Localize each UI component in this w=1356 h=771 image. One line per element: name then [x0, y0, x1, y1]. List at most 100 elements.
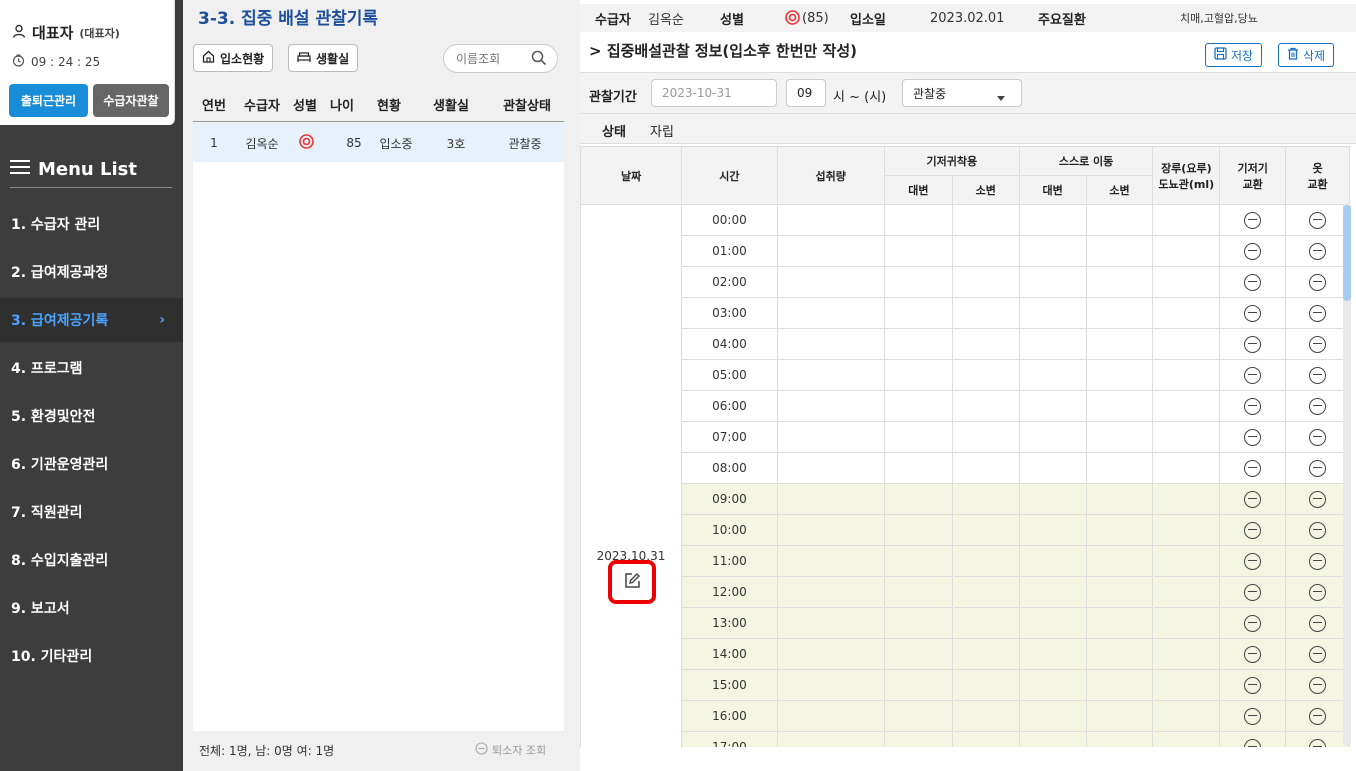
self-stool-cell[interactable]	[1018, 700, 1087, 732]
self-urine-cell[interactable]	[1085, 576, 1154, 608]
self-stool-cell[interactable]	[1018, 452, 1087, 484]
search-icon[interactable]	[531, 50, 547, 70]
diaper-urine-cell[interactable]	[951, 359, 1020, 391]
catheter-cell[interactable]	[1152, 235, 1221, 267]
self-urine-cell[interactable]	[1085, 266, 1154, 298]
sidebar-item[interactable]: 3. 급여제공기록 ›	[0, 298, 183, 342]
catheter-cell[interactable]	[1152, 576, 1221, 608]
intake-cell[interactable]	[776, 297, 885, 329]
intake-cell[interactable]	[776, 328, 885, 360]
self-stool-cell[interactable]	[1018, 266, 1087, 298]
sidebar-item[interactable]: 6. 기관운영관리	[0, 442, 183, 486]
minus-circle-icon[interactable]	[1244, 335, 1262, 353]
minus-circle-icon[interactable]	[1309, 242, 1327, 260]
catheter-cell[interactable]	[1152, 545, 1221, 577]
self-urine-cell[interactable]	[1085, 514, 1154, 546]
diaper-stool-cell[interactable]	[883, 390, 953, 422]
attendance-button[interactable]: 출퇴근관리	[9, 84, 88, 117]
intake-cell[interactable]	[776, 607, 885, 639]
self-stool-cell[interactable]	[1018, 638, 1087, 670]
intake-cell[interactable]	[776, 452, 885, 484]
catheter-cell[interactable]	[1152, 297, 1221, 329]
self-stool-cell[interactable]	[1018, 545, 1087, 577]
vertical-scrollbar[interactable]	[1343, 203, 1351, 746]
diaper-urine-cell[interactable]	[951, 204, 1020, 236]
minus-circle-icon[interactable]	[1244, 211, 1262, 229]
sidebar-item[interactable]: 10. 기타관리	[0, 634, 183, 678]
intake-cell[interactable]	[776, 483, 885, 515]
diaper-urine-cell[interactable]	[951, 266, 1020, 298]
diaper-urine-cell[interactable]	[951, 421, 1020, 453]
self-urine-cell[interactable]	[1085, 669, 1154, 701]
diaper-stool-cell[interactable]	[883, 545, 953, 577]
sidebar-item[interactable]: 5. 환경및안전	[0, 394, 183, 438]
catheter-cell[interactable]	[1152, 452, 1221, 484]
intake-cell[interactable]	[776, 421, 885, 453]
self-stool-cell[interactable]	[1018, 607, 1087, 639]
self-stool-cell[interactable]	[1018, 669, 1087, 701]
diaper-urine-cell[interactable]	[951, 328, 1020, 360]
minus-circle-icon[interactable]	[1244, 738, 1262, 747]
minus-circle-icon[interactable]	[1309, 676, 1327, 694]
sidebar-item[interactable]: 1. 수급자 관리	[0, 202, 183, 246]
self-urine-cell[interactable]	[1085, 359, 1154, 391]
delete-button[interactable]: 삭제	[1278, 43, 1335, 67]
diaper-urine-cell[interactable]	[951, 669, 1020, 701]
minus-circle-icon[interactable]	[1244, 397, 1262, 415]
diaper-urine-cell[interactable]	[951, 483, 1020, 515]
self-stool-cell[interactable]	[1018, 359, 1087, 391]
scrollbar-thumb[interactable]	[1343, 205, 1351, 301]
sidebar-item[interactable]: 8. 수입지출관리	[0, 538, 183, 582]
diaper-stool-cell[interactable]	[883, 576, 953, 608]
intake-cell[interactable]	[776, 669, 885, 701]
discharged-search-link[interactable]: 퇴소자 조회	[475, 742, 546, 758]
period-date-input[interactable]: 2023-10-31	[651, 79, 777, 107]
minus-circle-icon[interactable]	[1309, 521, 1327, 539]
self-stool-cell[interactable]	[1018, 731, 1087, 747]
intake-cell[interactable]	[776, 390, 885, 422]
sidebar-item[interactable]: 9. 보고서	[0, 586, 183, 630]
diaper-stool-cell[interactable]	[883, 514, 953, 546]
self-stool-cell[interactable]	[1018, 421, 1087, 453]
self-stool-cell[interactable]	[1018, 483, 1087, 515]
self-stool-cell[interactable]	[1018, 204, 1087, 236]
diaper-stool-cell[interactable]	[883, 297, 953, 329]
minus-circle-icon[interactable]	[1309, 366, 1327, 384]
diaper-stool-cell[interactable]	[883, 266, 953, 298]
diaper-urine-cell[interactable]	[951, 638, 1020, 670]
self-stool-cell[interactable]	[1018, 328, 1087, 360]
minus-circle-icon[interactable]	[1309, 273, 1327, 291]
self-urine-cell[interactable]	[1085, 545, 1154, 577]
minus-circle-icon[interactable]	[1309, 738, 1327, 747]
intake-cell[interactable]	[776, 576, 885, 608]
catheter-cell[interactable]	[1152, 607, 1221, 639]
self-stool-cell[interactable]	[1018, 297, 1087, 329]
diaper-stool-cell[interactable]	[883, 669, 953, 701]
diaper-urine-cell[interactable]	[951, 235, 1020, 267]
self-urine-cell[interactable]	[1085, 235, 1154, 267]
minus-circle-icon[interactable]	[1244, 304, 1262, 322]
diaper-stool-cell[interactable]	[883, 731, 953, 747]
diaper-urine-cell[interactable]	[951, 607, 1020, 639]
minus-circle-icon[interactable]	[1309, 583, 1327, 601]
minus-circle-icon[interactable]	[1244, 490, 1262, 508]
catheter-cell[interactable]	[1152, 700, 1221, 732]
minus-circle-icon[interactable]	[1309, 211, 1327, 229]
intake-cell[interactable]	[776, 266, 885, 298]
intake-cell[interactable]	[776, 359, 885, 391]
minus-circle-icon[interactable]	[1244, 366, 1262, 384]
catheter-cell[interactable]	[1152, 483, 1221, 515]
diaper-stool-cell[interactable]	[883, 483, 953, 515]
diaper-stool-cell[interactable]	[883, 638, 953, 670]
self-urine-cell[interactable]	[1085, 297, 1154, 329]
catheter-cell[interactable]	[1152, 514, 1221, 546]
minus-circle-icon[interactable]	[1244, 583, 1262, 601]
minus-circle-icon[interactable]	[1244, 273, 1262, 291]
self-urine-cell[interactable]	[1085, 328, 1154, 360]
intake-cell[interactable]	[776, 204, 885, 236]
catheter-cell[interactable]	[1152, 421, 1221, 453]
minus-circle-icon[interactable]	[1309, 490, 1327, 508]
minus-circle-icon[interactable]	[1244, 676, 1262, 694]
admission-status-button[interactable]: 입소현황	[193, 44, 274, 72]
self-urine-cell[interactable]	[1085, 638, 1154, 670]
